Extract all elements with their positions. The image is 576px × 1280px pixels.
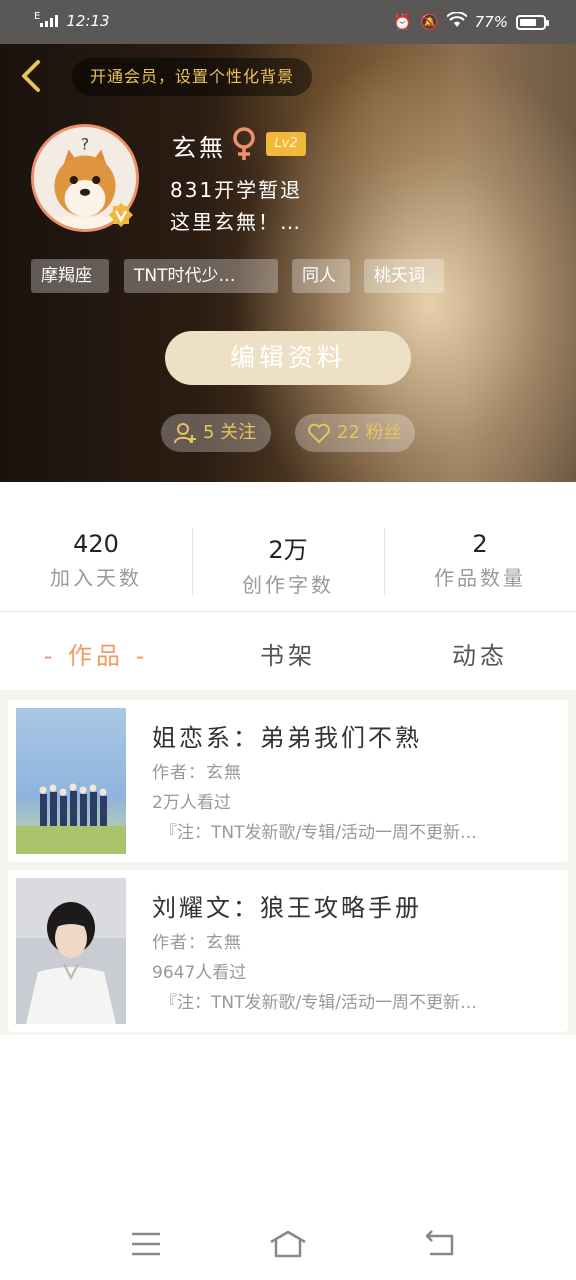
work-cover-image	[16, 708, 126, 854]
stat-label: 加入天数	[50, 566, 142, 590]
stat-value: 2万	[268, 536, 308, 564]
bio-line-2[interactable]: 这里玄無！…	[170, 206, 302, 235]
back-icon	[425, 1230, 454, 1256]
alarm-icon: ⏰	[393, 13, 412, 31]
work-title: 姐恋系：弟弟我们不熟	[152, 724, 422, 752]
network-type: E	[34, 11, 41, 22]
signal-icon: E	[34, 11, 59, 27]
home-button[interactable]	[268, 1228, 308, 1260]
edit-profile-button[interactable]: 编辑资料	[165, 331, 411, 385]
follow-user-icon	[174, 423, 196, 444]
vip-banner[interactable]: 开通会员，设置个性化背景	[72, 58, 313, 96]
work-author: 作者：玄無	[152, 763, 242, 783]
work-cover-image	[16, 878, 126, 1024]
tab-activity[interactable]: 动态	[384, 636, 576, 671]
stat-days: 420 加入天数	[0, 530, 192, 591]
status-time: 12:13	[66, 12, 110, 30]
battery-percent: 77%	[474, 13, 508, 31]
username: 玄無	[172, 134, 226, 162]
bio-line-1: 831开学暂退	[170, 178, 303, 202]
stat-works: 2 作品数量	[384, 530, 576, 591]
back-button[interactable]	[14, 58, 50, 94]
level-badge: Lv2	[266, 132, 306, 156]
content-tabs: - 作品 - 书架 动态	[0, 612, 576, 690]
tag-taoyao[interactable]: 桃夭词	[364, 259, 444, 293]
work-author: 作者：玄無	[152, 933, 242, 953]
wifi-icon	[445, 11, 468, 32]
work-title: 刘耀文：狼王攻略手册	[152, 894, 422, 922]
menu-icon	[132, 1232, 160, 1256]
fans-button[interactable]: 22 粉丝	[295, 414, 415, 452]
work-card[interactable]: 姐恋系：弟弟我们不熟 作者：玄無 2万人看过 『注：TNT发新歌/专辑/活动一周…	[8, 700, 568, 862]
work-note: 『注：TNT发新歌/专辑/活动一周不更新…	[160, 823, 477, 843]
profile-header: 开通会员，设置个性化背景 ? 玄無 Lv2 831开学暂退 这里玄無！… 摩羯座…	[0, 44, 576, 482]
following-count: 5 关注	[203, 422, 257, 443]
stat-label: 创作字数	[242, 573, 334, 597]
home-icon	[270, 1230, 306, 1258]
tab-bookshelf[interactable]: 书架	[192, 636, 384, 671]
stats-row: 420 加入天数 2万 创作字数 2 作品数量	[0, 482, 576, 612]
stat-words: 2万 创作字数	[192, 530, 384, 598]
back-arrow-icon	[22, 60, 40, 92]
female-icon	[233, 127, 255, 160]
tag-zodiac[interactable]: 摩羯座	[31, 259, 109, 293]
system-nav-bar	[0, 1200, 576, 1280]
tag-fanfic[interactable]: 同人	[292, 259, 350, 293]
menu-button[interactable]	[126, 1228, 166, 1260]
verified-v-icon	[109, 203, 133, 227]
mute-icon: 🔕	[419, 13, 439, 31]
work-note: 『注：TNT发新歌/专辑/活动一周不更新…	[160, 993, 477, 1013]
fans-count: 22 粉丝	[337, 422, 402, 443]
battery-icon	[516, 14, 549, 30]
stat-label: 作品数量	[434, 566, 526, 590]
tab-works[interactable]: - 作品 -	[0, 636, 192, 671]
tag-tnt[interactable]: TNT时代少…	[124, 259, 278, 293]
svg-text:?: ?	[81, 134, 90, 153]
heart-icon	[308, 423, 330, 444]
following-button[interactable]: 5 关注	[161, 414, 271, 452]
stat-value: 420	[73, 530, 119, 558]
back-nav-button[interactable]	[420, 1228, 460, 1260]
work-card[interactable]: 刘耀文：狼王攻略手册 作者：玄無 9647人看过 『注：TNT发新歌/专辑/活动…	[8, 870, 568, 1032]
work-views: 9647人看过	[152, 963, 247, 983]
work-views: 2万人看过	[152, 793, 231, 813]
stat-value: 2	[472, 530, 488, 558]
status-bar: E 12:13 ⏰ 🔕 77%	[0, 0, 576, 44]
